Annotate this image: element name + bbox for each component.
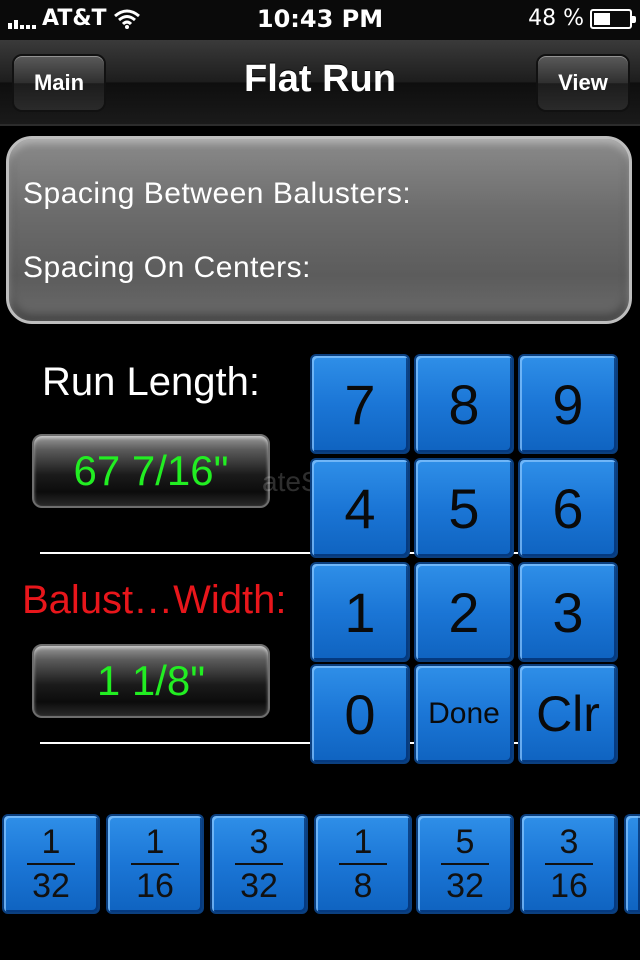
key-5[interactable]: 5: [414, 458, 514, 558]
fraction-bar: [27, 863, 75, 865]
fraction-numerator: 3: [249, 823, 269, 861]
key-4[interactable]: 4: [310, 458, 410, 558]
fraction-bar: [441, 863, 489, 865]
run-length-label: Run Length:: [42, 360, 260, 404]
results-panel: Spacing Between Balusters: Spacing On Ce…: [6, 136, 632, 324]
fraction-denominator: 16: [136, 867, 174, 905]
fraction-bar: [131, 863, 179, 865]
fraction-1-8-button[interactable]: 1 8: [314, 814, 412, 914]
fraction-bar: [339, 863, 387, 865]
fraction-3-32-button[interactable]: 3 32: [210, 814, 308, 914]
fraction-denominator: 32: [240, 867, 278, 905]
fraction-bar: [545, 863, 593, 865]
fraction-denominator: 16: [550, 867, 588, 905]
fraction-3-16-button[interactable]: 3 16: [520, 814, 618, 914]
battery-percent: 48 %: [528, 6, 584, 31]
fraction-bar: [235, 863, 283, 865]
spacing-between-balusters-label: Spacing Between Balusters:: [23, 177, 412, 210]
key-6[interactable]: 6: [518, 458, 618, 558]
baluster-width-field[interactable]: 1 1/8": [32, 644, 270, 718]
key-1[interactable]: 1: [310, 562, 410, 662]
key-9[interactable]: 9: [518, 354, 618, 454]
fraction-strip: 1 32 1 16 3 32 1 8 5 32 3 16: [0, 814, 640, 914]
key-3[interactable]: 3: [518, 562, 618, 662]
battery-icon: [590, 8, 636, 29]
fraction-1-16-button[interactable]: 1 16: [106, 814, 204, 914]
fraction-numerator: 3: [559, 823, 579, 861]
key-0[interactable]: 0: [310, 664, 410, 764]
spacing-on-centers-label: Spacing On Centers:: [23, 251, 311, 284]
baluster-width-label: Balust…Width:: [22, 578, 287, 622]
key-7[interactable]: 7: [310, 354, 410, 454]
done-button[interactable]: Done: [414, 664, 514, 764]
fraction-numerator: 1: [41, 823, 61, 861]
numeric-keypad: 7 8 9 4 5 6 1 2 3 0 Done Clr: [310, 354, 622, 764]
navigation-bar: Main Flat Run View: [0, 40, 640, 126]
fraction-next-button-partial[interactable]: [624, 814, 640, 914]
clear-button[interactable]: Clr: [518, 664, 618, 764]
battery-fill: [594, 12, 611, 25]
run-length-field[interactable]: 67 7/16": [32, 434, 270, 508]
key-8[interactable]: 8: [414, 354, 514, 454]
status-right: 48 %: [528, 6, 636, 31]
status-bar: AT&T 10:43 PM 48 %: [0, 0, 640, 40]
fraction-denominator: 8: [353, 867, 373, 905]
fraction-numerator: 1: [353, 823, 373, 861]
fraction-denominator: 32: [32, 867, 70, 905]
key-2[interactable]: 2: [414, 562, 514, 662]
view-button[interactable]: View: [536, 54, 630, 112]
fraction-numerator: 1: [145, 823, 165, 861]
fraction-denominator: 32: [446, 867, 484, 905]
fraction-1-32-button[interactable]: 1 32: [2, 814, 100, 914]
fraction-numerator: 5: [455, 823, 475, 861]
fraction-5-32-button[interactable]: 5 32: [416, 814, 514, 914]
